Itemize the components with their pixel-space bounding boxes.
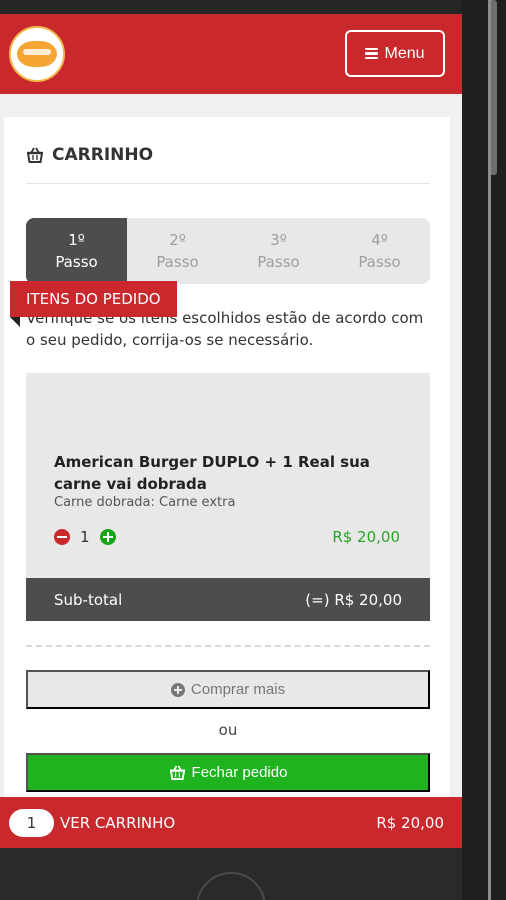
order-items-ribbon: ITENS DO PEDIDO bbox=[10, 281, 177, 317]
phone-top-bezel bbox=[0, 0, 462, 14]
buy-more-label: Comprar mais bbox=[190, 681, 286, 698]
phone-side-bezel bbox=[462, 0, 506, 900]
subtotal-label: Sub-total bbox=[54, 590, 123, 609]
close-order-button[interactable]: Fechar pedido bbox=[26, 753, 430, 792]
menu-button[interactable]: Menu bbox=[345, 30, 445, 77]
close-order-label: Fechar pedido bbox=[191, 764, 288, 781]
hamburger-icon bbox=[365, 48, 379, 59]
subtotal-bar: Sub-total (=) R$ 20,00 bbox=[26, 578, 430, 621]
ribbon-fold bbox=[10, 317, 20, 327]
subtotal-value: (=) R$ 20,00 bbox=[305, 590, 402, 609]
item-quantity: 1 bbox=[80, 528, 90, 546]
step-label: Passo bbox=[55, 253, 98, 271]
step-1[interactable]: 1º Passo bbox=[26, 218, 127, 284]
step-number: 1º bbox=[68, 231, 85, 249]
logo-mark bbox=[17, 41, 57, 67]
basket-icon bbox=[26, 147, 44, 163]
cart-total: R$ 20,00 bbox=[376, 813, 444, 832]
step-number: 4º bbox=[371, 231, 388, 249]
step-label: Passo bbox=[156, 253, 199, 271]
title-divider bbox=[26, 183, 430, 184]
step-2[interactable]: 2º Passo bbox=[127, 218, 228, 284]
menu-button-label: Menu bbox=[384, 44, 425, 62]
item-name: American Burger DUPLO + 1 Real sua carne… bbox=[54, 453, 370, 493]
view-cart-label: VER CARRINHO bbox=[60, 813, 176, 832]
buy-more-button[interactable]: Comprar mais bbox=[26, 670, 430, 709]
step-label: Passo bbox=[358, 253, 401, 271]
dashed-divider bbox=[26, 645, 430, 647]
basket-icon bbox=[169, 765, 185, 780]
page-title: CARRINHO bbox=[26, 143, 153, 167]
cart-count-badge: 1 bbox=[9, 808, 54, 837]
checkout-steps: 1º Passo 2º Passo 3º Passo 4º Passo bbox=[26, 218, 430, 284]
step-label: Passo bbox=[257, 253, 300, 271]
plus-circle-icon bbox=[170, 682, 185, 697]
app-screen: Menu CARRINHO 1º Passo 2º Passo 3º Passo… bbox=[0, 14, 462, 848]
cart-card: CARRINHO 1º Passo 2º Passo 3º Passo 4º P… bbox=[4, 117, 450, 848]
view-cart-bar[interactable]: 1 VER CARRINHO R$ 20,00 bbox=[0, 797, 462, 848]
brand-logo[interactable] bbox=[9, 26, 65, 82]
top-bar: Menu bbox=[0, 14, 462, 94]
item-quantity-row: 1 R$ 20,00 bbox=[54, 526, 400, 548]
phone-side-button bbox=[491, 0, 497, 175]
item-price: R$ 20,00 bbox=[332, 528, 400, 546]
step-3[interactable]: 3º Passo bbox=[228, 218, 329, 284]
page-title-text: CARRINHO bbox=[52, 145, 154, 165]
step-4[interactable]: 4º Passo bbox=[329, 218, 430, 284]
or-separator: ou bbox=[218, 721, 238, 739]
step-number: 2º bbox=[169, 231, 186, 249]
item-option: Carne dobrada: Carne extra bbox=[54, 495, 236, 510]
step-number: 3º bbox=[270, 231, 287, 249]
minus-circle-icon[interactable] bbox=[54, 529, 70, 545]
plus-circle-icon[interactable] bbox=[99, 529, 116, 545]
